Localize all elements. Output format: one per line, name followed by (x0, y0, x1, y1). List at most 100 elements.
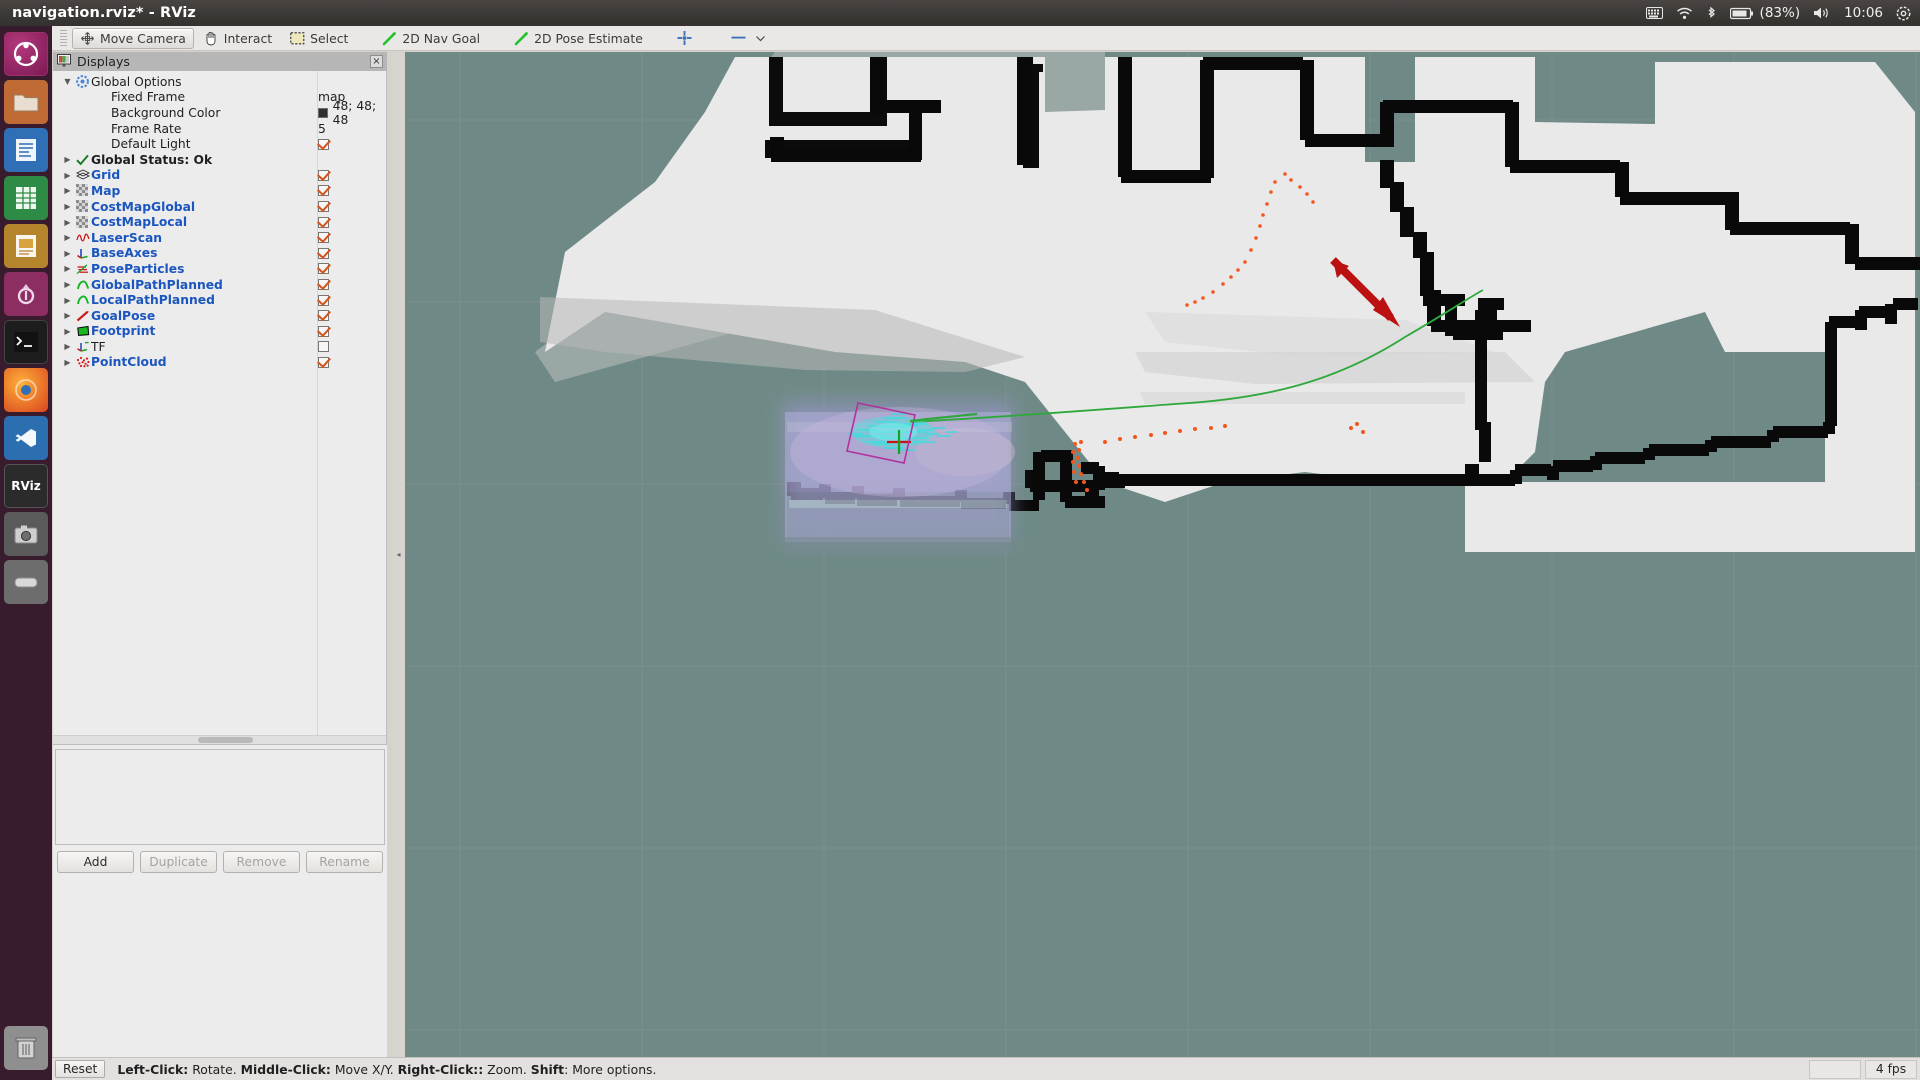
toolbar-grip[interactable] (60, 29, 67, 47)
launcher-item-software-center[interactable] (4, 272, 48, 316)
enable-checkbox[interactable] (318, 277, 329, 293)
launcher-item-impress[interactable] (4, 224, 48, 268)
battery-icon[interactable] (1729, 0, 1754, 26)
tree-item-costmapglobal[interactable]: CostMapGlobal (53, 199, 386, 215)
dock-splitter-left[interactable]: ◂ (393, 52, 404, 1057)
tool-2d-pose-estimate[interactable]: 2D Pose Estimate (506, 28, 651, 49)
checkbox[interactable] (318, 310, 329, 322)
tree-item-laserscan[interactable]: LaserScan (53, 230, 386, 246)
launcher-item-ubuntu-dash[interactable] (4, 32, 48, 76)
launcher-item-writer[interactable] (4, 128, 48, 172)
tree-item-default-light[interactable]: Default Light (53, 136, 386, 152)
display-properties-panel[interactable] (55, 749, 385, 845)
launcher-item-screenshot[interactable] (4, 512, 48, 556)
chevron-right-icon[interactable] (61, 171, 74, 180)
chevron-right-icon[interactable] (61, 218, 74, 227)
displays-tree[interactable]: Global OptionsFixed FramemapBackground C… (53, 71, 387, 745)
bluetooth-icon[interactable] (1706, 0, 1717, 26)
tree-item-globalpathplanned[interactable]: GlobalPathPlanned (53, 277, 386, 293)
checkbox[interactable] (318, 138, 329, 150)
chevron-right-icon[interactable] (61, 155, 74, 164)
reset-button[interactable]: Reset (55, 1060, 106, 1078)
chevron-right-icon[interactable] (61, 186, 74, 195)
color-value[interactable]: 48; 48; 48 (318, 99, 386, 127)
tree-item-frame-rate[interactable]: Frame Rate 5 (53, 121, 386, 137)
tree-item-localpathplanned[interactable]: LocalPathPlanned (53, 292, 386, 308)
checkbox[interactable] (318, 325, 329, 337)
checkbox[interactable] (318, 279, 329, 291)
remove-button[interactable]: Remove (223, 851, 300, 873)
checkbox[interactable] (318, 201, 329, 213)
enable-checkbox[interactable] (318, 324, 329, 340)
enable-checkbox[interactable] (318, 199, 329, 215)
enable-checkbox[interactable] (318, 308, 329, 324)
checkbox[interactable] (318, 356, 329, 368)
launcher-item-calc[interactable] (4, 176, 48, 220)
tree-horizontal-scrollbar[interactable] (53, 735, 386, 744)
launcher-item-terminal[interactable] (4, 320, 48, 364)
tool-focus-camera[interactable] (669, 28, 705, 49)
tree-item-footprint[interactable]: Footprint (53, 324, 386, 340)
enable-checkbox[interactable] (318, 168, 329, 184)
chevron-down-icon[interactable] (61, 77, 74, 86)
rename-button[interactable]: Rename (306, 851, 383, 873)
tree-item-background-color[interactable]: Background Color 48; 48; 48 (53, 99, 386, 127)
tree-item-poseparticles[interactable]: PoseParticles (53, 261, 386, 277)
tree-item-global-status-ok[interactable]: Global Status: Ok (53, 152, 386, 168)
checkbox[interactable] (318, 169, 329, 181)
enable-checkbox[interactable] (318, 261, 329, 277)
launcher-item-trash[interactable] (4, 1026, 48, 1070)
chevron-right-icon[interactable] (61, 296, 74, 305)
checkbox[interactable] (318, 341, 329, 353)
add-button[interactable]: Add (57, 851, 134, 873)
tool-interact[interactable]: Interact (196, 28, 280, 49)
close-icon[interactable]: × (370, 55, 383, 68)
tree-item-map[interactable]: Map (53, 183, 386, 199)
wifi-icon[interactable] (1676, 0, 1693, 26)
tool-select[interactable]: Select (282, 28, 356, 49)
tool-2d-nav-goal[interactable]: 2D Nav Goal (374, 28, 488, 49)
launcher-item-firefox[interactable] (4, 368, 48, 412)
keyboard-icon[interactable] (1645, 0, 1663, 26)
chevron-right-icon[interactable] (61, 311, 74, 320)
scrollbar-thumb[interactable] (198, 737, 253, 743)
chevron-right-icon[interactable] (61, 342, 74, 351)
chevron-right-icon[interactable] (61, 280, 74, 289)
tool-measure[interactable] (723, 28, 774, 49)
checkbox[interactable] (318, 294, 329, 306)
enable-checkbox[interactable] (318, 292, 329, 308)
chevron-down-icon[interactable] (756, 31, 766, 46)
clock-label[interactable]: 10:06 (1844, 5, 1883, 21)
enable-checkbox[interactable] (318, 214, 329, 230)
chevron-right-icon[interactable] (61, 327, 74, 336)
tool-move-camera[interactable]: Move Camera (72, 27, 194, 49)
enable-checkbox[interactable] (318, 355, 329, 371)
enable-checkbox[interactable] (318, 339, 329, 355)
volume-icon[interactable] (1813, 0, 1831, 26)
checkbox[interactable] (318, 216, 329, 228)
tree-item-tf[interactable]: TF (53, 339, 386, 355)
launcher-item-files[interactable] (4, 80, 48, 124)
checkbox[interactable] (318, 263, 329, 275)
tree-item-costmaplocal[interactable]: CostMapLocal (53, 214, 386, 230)
tree-item-baseaxes[interactable]: BaseAxes (53, 246, 386, 262)
checkbox[interactable] (318, 247, 329, 259)
checkbox[interactable] (318, 232, 329, 244)
tree-item-value[interactable]: 5 (318, 121, 326, 137)
rviz-3d-render-view[interactable] (405, 52, 1920, 1057)
enable-checkbox[interactable] (318, 183, 329, 199)
chevron-right-icon[interactable] (61, 358, 74, 367)
duplicate-button[interactable]: Duplicate (140, 851, 217, 873)
tree-item-goalpose[interactable]: GoalPose (53, 308, 386, 324)
enable-checkbox[interactable] (318, 136, 329, 152)
enable-checkbox[interactable] (318, 230, 329, 246)
enable-checkbox[interactable] (318, 246, 329, 262)
checkbox[interactable] (318, 185, 329, 197)
chevron-right-icon[interactable] (61, 233, 74, 242)
tree-item-global-options[interactable]: Global Options (53, 74, 386, 90)
chevron-right-icon[interactable] (61, 249, 74, 258)
chevron-right-icon[interactable] (61, 202, 74, 211)
tree-item-grid[interactable]: Grid (53, 168, 386, 184)
chevron-right-icon[interactable] (61, 264, 74, 273)
launcher-item-rviz[interactable]: RViz (4, 464, 48, 508)
